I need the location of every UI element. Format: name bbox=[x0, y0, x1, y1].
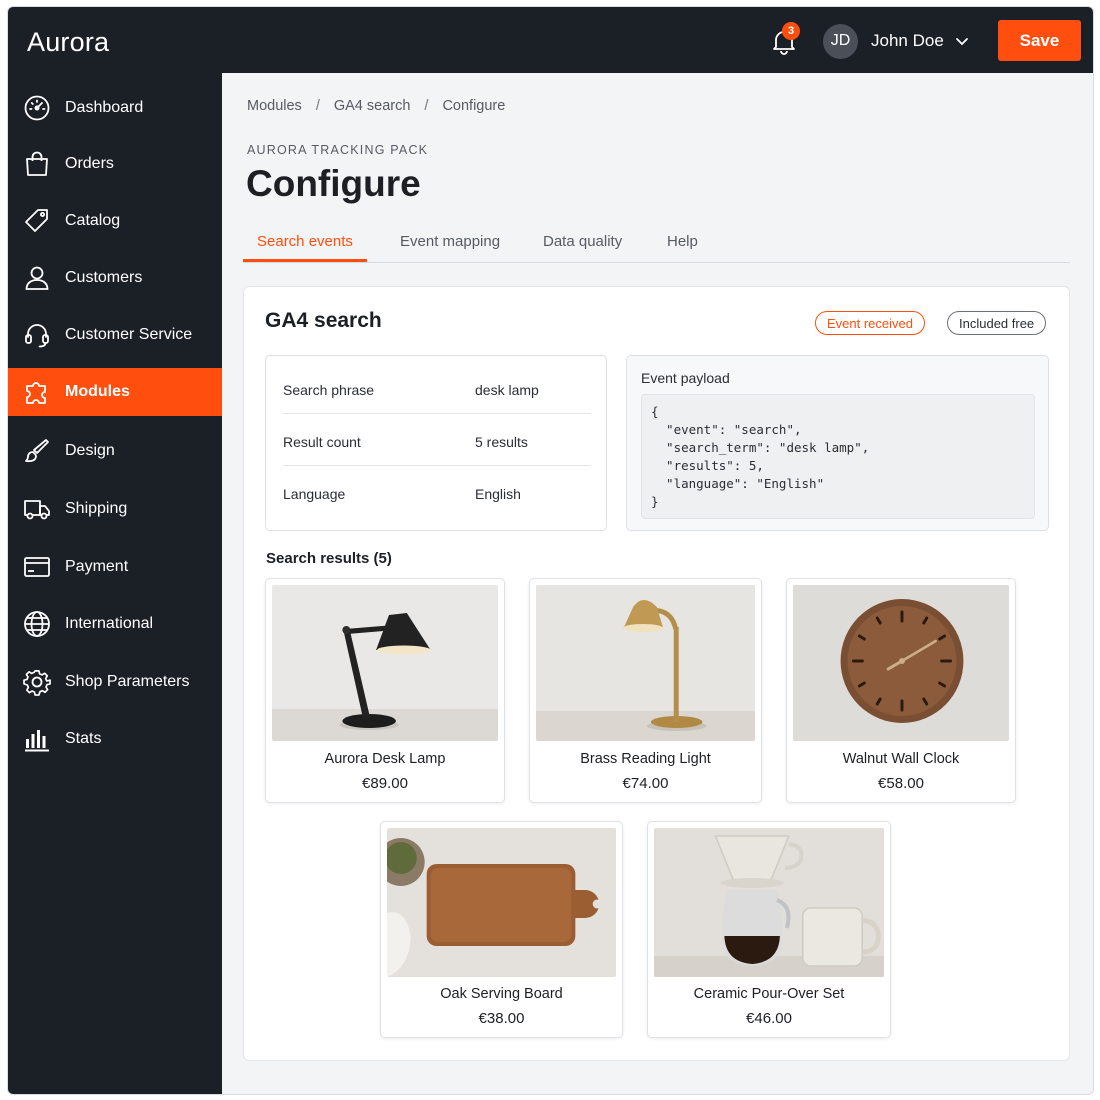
sidebar-item-shipping[interactable]: Shipping bbox=[8, 485, 222, 533]
tab-data-quality[interactable]: Data quality bbox=[543, 233, 622, 250]
sidebar-item-payment[interactable]: Payment bbox=[8, 543, 222, 591]
breadcrumb-ga4-search[interactable]: GA4 search bbox=[334, 98, 411, 114]
user-menu[interactable]: JD John Doe bbox=[823, 23, 970, 59]
sidebar-item-label: International bbox=[65, 615, 154, 632]
page-kicker: AURORA TRACKING PACK bbox=[247, 143, 429, 157]
sidebar-item-catalog[interactable]: Catalog bbox=[8, 197, 222, 245]
sidebar-item-modules[interactable]: Modules bbox=[8, 368, 222, 416]
headset-icon bbox=[22, 320, 52, 350]
product-card-walnut-wall-clock[interactable]: Walnut Wall Clock €58.00 bbox=[786, 578, 1016, 803]
product-name: Oak Serving Board bbox=[440, 986, 563, 1002]
app-window: Aurora Dashboard Orders Catalog Customer… bbox=[7, 6, 1094, 1095]
product-price: €74.00 bbox=[622, 775, 669, 792]
product-name: Ceramic Pour-Over Set bbox=[693, 986, 845, 1002]
chevron-down-icon bbox=[955, 38, 968, 46]
puzzle-icon bbox=[22, 377, 52, 407]
brand-logo: Aurora bbox=[27, 27, 110, 57]
sidebar-item-label: Shop Parameters bbox=[65, 673, 190, 690]
plan-badge: Included free bbox=[947, 311, 1047, 335]
product-name: Aurora Desk Lamp bbox=[324, 751, 446, 767]
product-price: €38.00 bbox=[478, 1010, 525, 1027]
user-name: John Doe bbox=[871, 31, 944, 50]
credit-card-icon bbox=[22, 552, 52, 582]
sidebar-item-label: Payment bbox=[65, 558, 129, 575]
sidebar-item-label: Orders bbox=[65, 155, 114, 172]
sidebar-item-customer-service[interactable]: Customer Service bbox=[8, 311, 222, 359]
page-title: Configure bbox=[246, 163, 421, 204]
product-card-brass-reading-light[interactable]: Brass Reading Light €74.00 bbox=[529, 578, 762, 803]
sidebar-item-label: Design bbox=[65, 442, 115, 459]
tab-search-events[interactable]: Search events bbox=[257, 233, 353, 250]
product-card-aurora-desk-lamp[interactable]: Aurora Desk Lamp €89.00 bbox=[265, 578, 505, 803]
breadcrumb: Modules / GA4 search / Configure bbox=[247, 98, 505, 114]
truck-icon bbox=[22, 494, 52, 524]
detail-value: 5 results bbox=[475, 434, 528, 450]
detail-row-language: Language English bbox=[283, 466, 591, 518]
detail-key: Result count bbox=[283, 434, 361, 450]
top-bar: 3 JD John Doe Save bbox=[222, 7, 1093, 73]
sidebar-item-label: Dashboard bbox=[65, 99, 144, 116]
shopping-bag-icon bbox=[22, 149, 52, 179]
sidebar-item-design[interactable]: Design bbox=[8, 427, 222, 475]
search-details-panel: Search phrase desk lamp Result count 5 r… bbox=[265, 355, 607, 531]
product-card-ceramic-pour-over-set[interactable]: Ceramic Pour-Over Set €46.00 bbox=[647, 821, 891, 1038]
detail-row-result-count: Result count 5 results bbox=[283, 414, 591, 466]
detail-key: Search phrase bbox=[283, 382, 375, 398]
product-price: €46.00 bbox=[746, 1010, 792, 1027]
breadcrumb-current: Configure bbox=[442, 98, 506, 114]
product-image bbox=[387, 828, 616, 977]
main-content: Modules / GA4 search / Configure AURORA … bbox=[222, 73, 1093, 1094]
detail-value: desk lamp bbox=[475, 382, 539, 398]
detail-key: Language bbox=[283, 486, 346, 502]
tag-icon bbox=[22, 206, 52, 236]
tab-event-mapping[interactable]: Event mapping bbox=[400, 233, 500, 250]
breadcrumb-modules[interactable]: Modules bbox=[247, 98, 302, 114]
payload-code-block: { "event": "search", "search_term": "des… bbox=[641, 394, 1035, 519]
event-payload-panel: Event payload { "event": "search", "sear… bbox=[626, 355, 1049, 531]
sidebar-item-label: Catalog bbox=[65, 212, 121, 229]
avatar: JD bbox=[823, 23, 858, 59]
product-name: Brass Reading Light bbox=[580, 751, 711, 767]
sidebar-item-shop-parameters[interactable]: Shop Parameters bbox=[8, 658, 222, 706]
tab-help[interactable]: Help bbox=[667, 233, 698, 250]
active-tab-indicator bbox=[243, 259, 367, 262]
sidebar-item-orders[interactable]: Orders bbox=[8, 140, 222, 188]
notification-count-badge: 3 bbox=[782, 22, 800, 40]
product-image bbox=[272, 585, 498, 741]
user-icon bbox=[22, 263, 52, 293]
product-name: Walnut Wall Clock bbox=[842, 751, 960, 767]
sidebar-item-international[interactable]: International bbox=[8, 600, 222, 648]
product-price: €58.00 bbox=[878, 775, 924, 792]
product-image bbox=[654, 828, 884, 977]
sidebar-item-customers[interactable]: Customers bbox=[8, 254, 222, 302]
sidebar-item-label: Stats bbox=[65, 730, 102, 747]
status-badge: Event received bbox=[815, 311, 925, 335]
brush-icon bbox=[22, 436, 52, 466]
globe-icon bbox=[22, 609, 52, 639]
tab-bar: Search events Event mapping Data quality… bbox=[243, 221, 1070, 263]
sidebar: Aurora Dashboard Orders Catalog Customer… bbox=[8, 7, 222, 1094]
sidebar-item-label: Customer Service bbox=[65, 326, 193, 343]
dashboard-icon bbox=[22, 93, 52, 123]
detail-value: English bbox=[475, 486, 521, 502]
card-title: GA4 search bbox=[265, 309, 382, 332]
gear-icon bbox=[22, 667, 52, 697]
sidebar-item-label: Modules bbox=[65, 383, 130, 400]
sidebar-item-dashboard[interactable]: Dashboard bbox=[8, 84, 222, 132]
product-image bbox=[536, 585, 755, 741]
bar-chart-icon bbox=[22, 724, 52, 754]
product-card-oak-serving-board[interactable]: Oak Serving Board €38.00 bbox=[380, 821, 623, 1038]
product-price: €89.00 bbox=[362, 775, 408, 792]
product-image bbox=[793, 585, 1009, 741]
breadcrumb-separator: / bbox=[424, 98, 429, 114]
payload-label: Event payload bbox=[641, 370, 730, 386]
detail-row-search-phrase: Search phrase desk lamp bbox=[283, 362, 591, 414]
save-button[interactable]: Save bbox=[998, 20, 1081, 61]
sidebar-item-label: Shipping bbox=[65, 500, 128, 517]
search-results-title: Search results (5) bbox=[266, 550, 392, 567]
ga4-search-card: GA4 search Event received Included free … bbox=[243, 286, 1070, 1061]
sidebar-item-stats[interactable]: Stats bbox=[8, 715, 222, 763]
breadcrumb-separator: / bbox=[315, 98, 320, 114]
sidebar-item-label: Customers bbox=[65, 269, 143, 286]
